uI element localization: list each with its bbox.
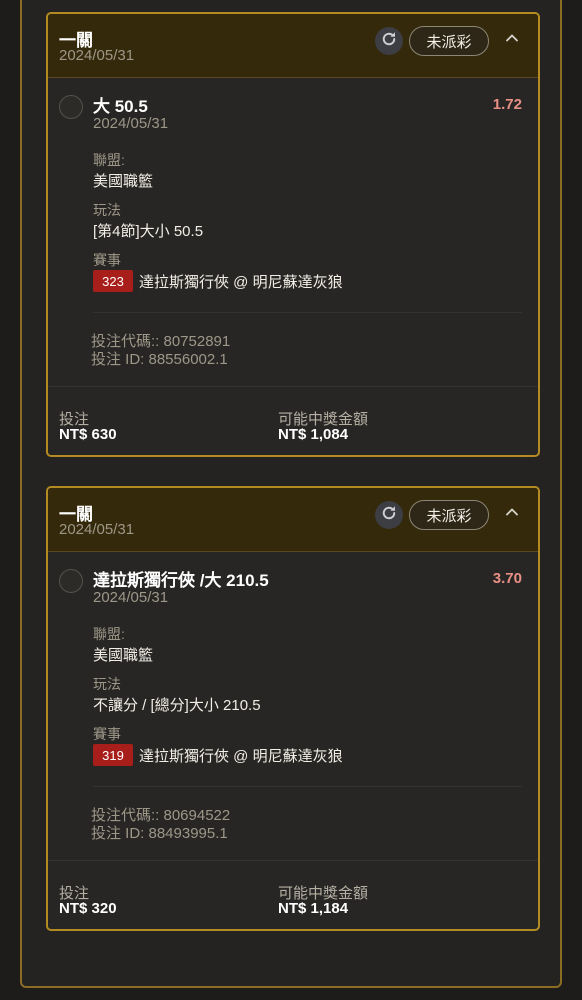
play-value: 不讓分 / [總分]大小 210.5: [93, 697, 261, 714]
chevron-up-icon: [505, 31, 519, 50]
select-bet-radio[interactable]: [59, 95, 83, 119]
bet-id: 投注 ID: 88556002.1: [91, 351, 228, 368]
bet-card: 一關 2024/05/31 未派彩 大 50.5 2024/05/31 1.72…: [46, 12, 540, 457]
status-badge[interactable]: 未派彩: [409, 26, 489, 56]
stake-value: NT$ 320: [59, 900, 117, 917]
bet-card-header[interactable]: 一關 2024/05/31 未派彩: [48, 14, 538, 78]
odds-value: 1.72: [492, 96, 522, 113]
footer-divider: [48, 386, 538, 387]
collapse-button[interactable]: [502, 30, 522, 50]
payout-value: NT$ 1,184: [278, 900, 349, 917]
event-row: 323 達拉斯獨行俠 @ 明尼蘇達灰狼: [93, 270, 343, 292]
selection-name: 達拉斯獨行俠 /大 210.5: [93, 571, 269, 590]
bet-date: 2024/05/31: [59, 47, 135, 64]
match-number-badge: 319: [93, 744, 133, 766]
divider: [93, 786, 522, 787]
play-label: 玩法: [93, 202, 121, 218]
play-label: 玩法: [93, 676, 121, 692]
selection-date: 2024/05/31: [93, 589, 169, 606]
match-number-badge: 323: [93, 270, 133, 292]
collapse-button[interactable]: [502, 504, 522, 524]
chevron-up-icon: [505, 505, 519, 524]
event-label: 賽事: [93, 252, 121, 268]
status-badge[interactable]: 未派彩: [409, 500, 489, 530]
event-row: 319 達拉斯獨行俠 @ 明尼蘇達灰狼: [93, 744, 343, 766]
league-value: 美國職籃: [93, 647, 154, 664]
play-value: [第4節]大小 50.5: [93, 223, 204, 240]
odds-value: 3.70: [492, 570, 522, 587]
bet-id: 投注 ID: 88493995.1: [91, 825, 228, 842]
league-value: 美國職籃: [93, 173, 154, 190]
refresh-button[interactable]: [375, 27, 403, 55]
bet-history-panel: 一關 2024/05/31 未派彩 大 50.5 2024/05/31 1.72…: [20, 0, 562, 988]
selection-date: 2024/05/31: [93, 115, 169, 132]
event-label: 賽事: [93, 726, 121, 742]
league-label: 聯盟:: [93, 152, 125, 168]
refresh-icon: [380, 504, 398, 527]
select-bet-radio[interactable]: [59, 569, 83, 593]
event-name: 達拉斯獨行俠 @ 明尼蘇達灰狼: [139, 747, 343, 765]
refresh-icon: [380, 30, 398, 53]
league-label: 聯盟:: [93, 626, 125, 642]
bet-card: 一關 2024/05/31 未派彩 達拉斯獨行俠 /大 210.5 2024/0…: [46, 486, 540, 931]
divider: [93, 312, 522, 313]
stake-value: NT$ 630: [59, 426, 117, 443]
payout-value: NT$ 1,084: [278, 426, 349, 443]
bet-date: 2024/05/31: [59, 521, 135, 538]
bet-card-header[interactable]: 一關 2024/05/31 未派彩: [48, 488, 538, 552]
selection-name: 大 50.5: [93, 97, 148, 116]
footer-divider: [48, 860, 538, 861]
event-name: 達拉斯獨行俠 @ 明尼蘇達灰狼: [139, 273, 343, 291]
refresh-button[interactable]: [375, 501, 403, 529]
